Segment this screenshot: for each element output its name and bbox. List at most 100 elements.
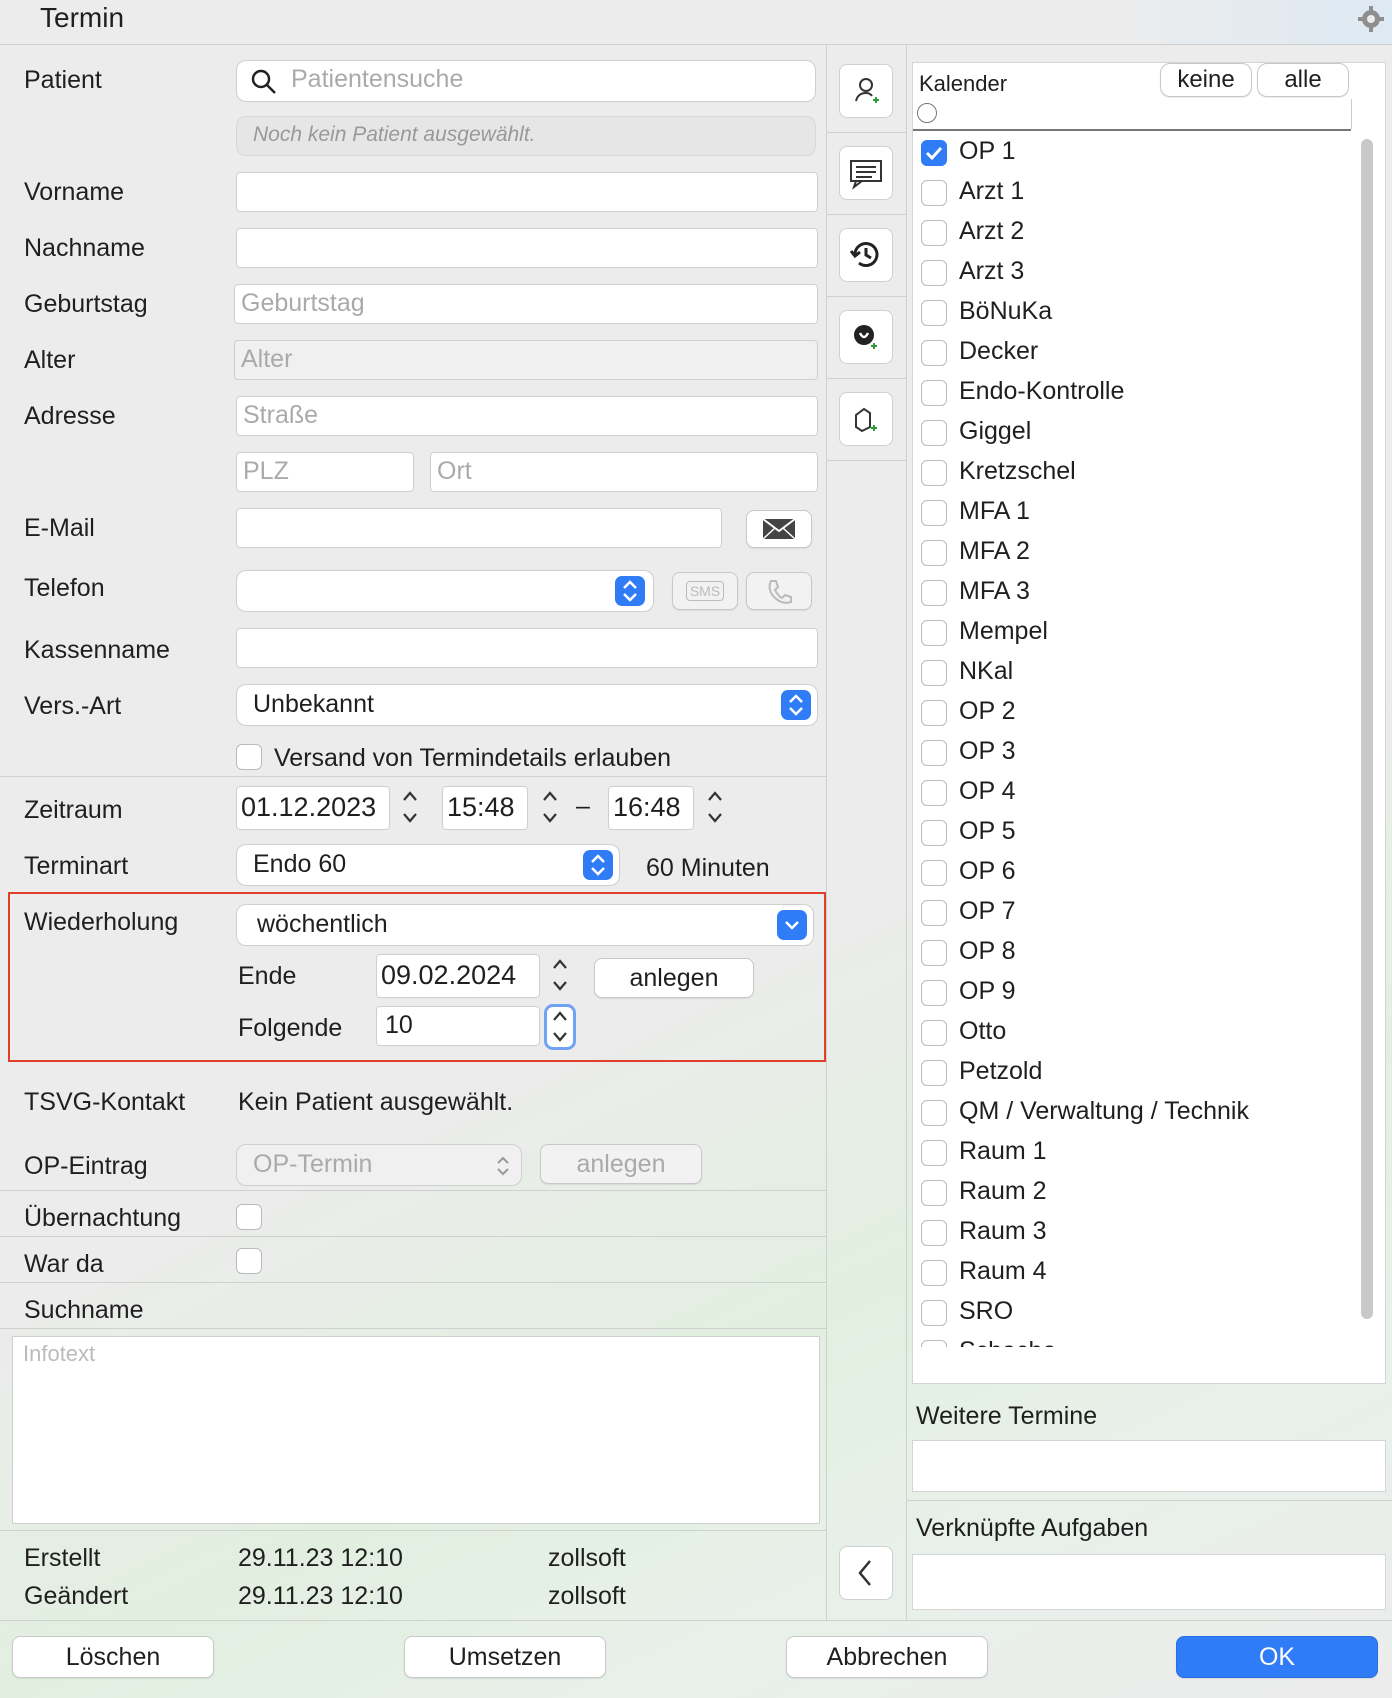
aufgaben-list[interactable] [912,1554,1386,1610]
calendar-item[interactable]: OP 2 [913,693,1313,733]
sms-button[interactable]: SMS [672,572,738,610]
calendar-checkbox[interactable] [921,300,947,326]
calendar-checkbox[interactable] [921,1140,947,1166]
calendar-checkbox[interactable] [921,980,947,1006]
ende-stepper[interactable] [548,954,572,996]
geburtstag-input[interactable]: Geburtstag [234,284,818,324]
calendar-item[interactable]: Petzold [913,1053,1313,1093]
calendar-item[interactable]: Raum 3 [913,1213,1313,1253]
calendar-item[interactable]: OP 6 [913,853,1313,893]
calendar-item[interactable]: Schache [913,1333,1313,1347]
calendar-checkbox[interactable] [921,660,947,686]
calendar-item[interactable]: Otto [913,1013,1313,1053]
calendar-item[interactable]: Raum 2 [913,1173,1313,1213]
scrollbar-thumb[interactable] [1361,139,1373,1319]
vorname-input[interactable] [236,172,818,212]
calendar-radio[interactable] [917,103,937,123]
alle-button[interactable]: alle [1257,63,1349,97]
folgende-stepper[interactable] [544,1004,576,1050]
umsetzen-button[interactable]: Umsetzen [404,1636,606,1678]
strasse-input[interactable]: Straße [236,396,818,436]
collapse-button[interactable] [839,1546,893,1600]
calendar-item[interactable]: Arzt 2 [913,213,1313,253]
abbrechen-button[interactable]: Abbrechen [786,1636,988,1678]
uebernachtung-checkbox[interactable] [236,1204,262,1230]
end-time-stepper[interactable] [703,786,727,828]
infotext-area[interactable]: Infotext [12,1336,820,1524]
calendar-checkbox[interactable] [921,1260,947,1286]
calendar-item[interactable]: SRO [913,1293,1313,1333]
calendar-checkbox[interactable] [921,340,947,366]
calendar-item[interactable]: OP 3 [913,733,1313,773]
calendar-item[interactable]: OP 5 [913,813,1313,853]
calendar-checkbox[interactable] [921,1020,947,1046]
calendar-checkbox[interactable] [921,820,947,846]
calendar-checkbox[interactable] [921,1300,947,1326]
calendar-checkbox[interactable] [921,420,947,446]
calendar-checkbox[interactable] [921,1180,947,1206]
calendar-checkbox[interactable] [921,1060,947,1086]
add-task-button[interactable] [839,310,893,364]
calendar-item[interactable]: MFA 1 [913,493,1313,533]
date-stepper[interactable] [398,786,422,828]
start-time-input[interactable]: 15:48 [442,786,528,830]
calendar-checkbox[interactable] [921,220,947,246]
history-button[interactable] [839,228,893,282]
calendar-item[interactable]: Mempel [913,613,1313,653]
calendar-item[interactable]: Raum 4 [913,1253,1313,1293]
kassenname-input[interactable] [236,628,818,668]
calendar-item[interactable]: OP 8 [913,933,1313,973]
calendar-item[interactable]: Arzt 3 [913,253,1313,293]
calendar-checkbox[interactable] [921,1340,947,1347]
start-time-stepper[interactable] [538,786,562,828]
versart-select[interactable]: Unbekannt [236,684,818,726]
calendar-checkbox[interactable] [921,500,947,526]
warda-checkbox[interactable] [236,1248,262,1274]
calendar-item[interactable]: Endo-Kontrolle [913,373,1313,413]
patient-search-input[interactable]: Patientensuche [236,60,816,102]
calendar-checkbox[interactable] [921,1100,947,1126]
calendar-item[interactable]: Raum 1 [913,1133,1313,1173]
calendar-checkbox[interactable] [921,460,947,486]
loeschen-button[interactable]: Löschen [12,1636,214,1678]
wiederholung-select[interactable]: wöchentlich [236,904,814,946]
calendar-checkbox[interactable] [921,140,947,166]
calendar-item[interactable]: MFA 3 [913,573,1313,613]
weitere-termine-list[interactable] [912,1440,1386,1492]
folgende-input[interactable]: 10 [376,1006,540,1046]
terminart-select[interactable]: Endo 60 [236,844,620,886]
versand-checkbox[interactable] [236,744,262,770]
end-time-input[interactable]: 16:48 [608,786,694,830]
calendar-checkbox[interactable] [921,620,947,646]
calendar-checkbox[interactable] [921,740,947,766]
send-email-button[interactable] [746,510,812,548]
message-button[interactable] [839,146,893,200]
calendar-item[interactable]: Giggel [913,413,1313,453]
calendar-checkbox[interactable] [921,700,947,726]
email-input[interactable] [236,508,722,548]
calendar-checkbox[interactable] [921,540,947,566]
calendar-item[interactable]: OP 7 [913,893,1313,933]
calendar-checkbox[interactable] [921,900,947,926]
add-document-button[interactable] [839,392,893,446]
calendar-checkbox[interactable] [921,940,947,966]
keine-button[interactable]: keine [1160,63,1252,97]
wiederholung-anlegen-button[interactable]: anlegen [594,958,754,998]
telefon-select[interactable] [236,570,654,612]
calendar-item[interactable]: Arzt 1 [913,173,1313,213]
calendar-checkbox[interactable] [921,580,947,606]
ort-input[interactable]: Ort [430,452,818,492]
calendar-item[interactable]: OP 1 [913,133,1313,173]
calendar-checkbox[interactable] [921,260,947,286]
ok-button[interactable]: OK [1176,1636,1378,1678]
calendar-item[interactable]: BöNuKa [913,293,1313,333]
date-input[interactable]: 01.12.2023 [236,786,390,830]
calendar-item[interactable]: NKal [913,653,1313,693]
plz-input[interactable]: PLZ [236,452,414,492]
nachname-input[interactable] [236,228,818,268]
calendar-item[interactable]: OP 4 [913,773,1313,813]
ende-date-input[interactable]: 09.02.2024 [376,954,540,998]
call-button[interactable] [746,572,812,610]
add-patient-button[interactable] [839,64,893,118]
calendar-item[interactable]: Decker [913,333,1313,373]
